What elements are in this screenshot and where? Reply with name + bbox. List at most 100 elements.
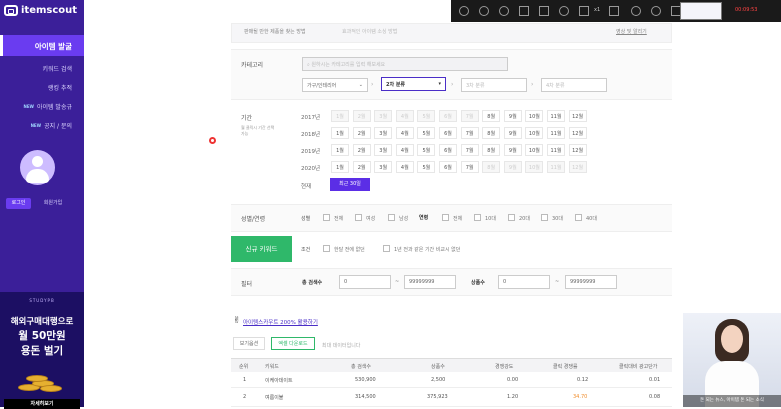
condition-month-checkbox[interactable] [323, 245, 330, 252]
month-cell[interactable]: 1월 [331, 127, 349, 139]
camera-icon[interactable] [609, 6, 619, 16]
month-cell[interactable]: 10월 [525, 110, 544, 122]
month-cell[interactable]: 2월 [352, 161, 371, 173]
month-cell[interactable]: 9월 [503, 110, 522, 122]
month-cell[interactable]: 4월 [395, 110, 414, 122]
product-min-input[interactable]: 0 [498, 275, 550, 289]
category-search-input[interactable]: ⌕ 원하시는 카테고리를 입력 해보세요 [302, 57, 508, 71]
th-competition[interactable]: 경쟁강도 [495, 363, 513, 370]
product-max-input[interactable]: 99999999 [565, 275, 617, 289]
gender-female-checkbox[interactable] [355, 214, 362, 221]
screen-thumbnail[interactable] [680, 2, 722, 20]
month-cell[interactable]: 8월 [482, 161, 501, 173]
month-cell[interactable]: 4월 [395, 144, 414, 156]
month-cell[interactable]: 8월 [482, 110, 501, 122]
age-20s-checkbox[interactable] [508, 214, 515, 221]
gender-male-checkbox[interactable] [388, 214, 395, 221]
month-cell[interactable]: 5월 [417, 161, 436, 173]
month-cell[interactable]: 4월 [395, 161, 414, 173]
crop-icon[interactable] [579, 6, 589, 16]
th-products[interactable]: 상품수 [431, 363, 445, 370]
table-row[interactable]: 1 이케아데이트 530,900 2,500 0.00 0.12 0.01 [231, 372, 672, 388]
month-cell[interactable]: 2월 [352, 110, 371, 122]
timer-icon[interactable] [651, 6, 661, 16]
recent-30-days-button[interactable]: 최근 30일 [330, 178, 370, 191]
month-cell[interactable]: 12월 [568, 110, 587, 122]
month-cell[interactable]: 2월 [352, 144, 371, 156]
month-cell[interactable]: 1월 [331, 161, 349, 173]
month-cell[interactable]: 6월 [439, 110, 457, 122]
tab-sourcing[interactable]: 효과적인 아이템 소싱 방법 [342, 28, 397, 35]
month-cell[interactable]: 10월 [525, 161, 544, 173]
th-cost-per-click[interactable]: 클릭대비 광고단가 [619, 363, 657, 370]
month-cell[interactable]: 12월 [568, 127, 587, 139]
month-cell[interactable]: 8월 [482, 144, 501, 156]
month-cell[interactable]: 6월 [439, 144, 457, 156]
menu-item-notice-inquiry[interactable]: NEW 공지 / 문의 [31, 121, 72, 130]
menu-item-keyword-search[interactable]: 키워드 검색 [42, 64, 72, 73]
total-search-max-input[interactable]: 99999999 [404, 275, 456, 289]
month-cell[interactable]: 7월 [460, 127, 479, 139]
record-icon[interactable] [459, 6, 469, 16]
month-cell[interactable]: 12월 [568, 144, 587, 156]
month-cell[interactable]: 1월 [331, 110, 349, 122]
month-cell[interactable]: 3월 [374, 161, 393, 173]
month-cell[interactable]: 11월 [547, 161, 565, 173]
total-search-min-input[interactable]: 0 [339, 275, 391, 289]
month-cell[interactable]: 3월 [374, 144, 393, 156]
month-cell[interactable]: 4월 [395, 127, 414, 139]
month-cell[interactable]: 10월 [525, 144, 544, 156]
zoom-icon[interactable] [559, 6, 569, 16]
category-select-1[interactable]: 가구/인테리어 ⌄ [302, 78, 368, 92]
logo[interactable]: itemscout [4, 5, 77, 16]
month-cell[interactable]: 2월 [352, 127, 371, 139]
condition-year-checkbox[interactable] [383, 245, 390, 252]
menu-item-item-discovery[interactable]: 아이템 발굴 [0, 35, 84, 56]
month-cell[interactable]: 6월 [439, 161, 457, 173]
month-cell[interactable]: 11월 [547, 127, 565, 139]
category-select-4[interactable]: 4차 분류 [541, 78, 607, 92]
menu-item-rank-tracking[interactable]: 랭킹 추적 [48, 83, 72, 92]
month-cell[interactable]: 11월 [547, 144, 565, 156]
category-select-2[interactable]: 2차 분류 ▾ [381, 77, 446, 91]
th-total-search[interactable]: 총 검색수 [351, 363, 371, 370]
month-cell[interactable]: 9월 [503, 144, 522, 156]
menu-item-item-broadcast[interactable]: NEW 아이템 발송규 [23, 102, 72, 111]
stop-icon[interactable] [499, 6, 509, 16]
month-cell[interactable]: 1월 [331, 144, 349, 156]
settings-icon[interactable] [631, 6, 641, 16]
draw-icon[interactable] [519, 6, 529, 16]
th-rank[interactable]: 순위 [239, 363, 248, 370]
month-cell[interactable]: 3월 [374, 127, 393, 139]
th-click-competition[interactable]: 클릭 경쟁률 [553, 363, 578, 370]
month-cell[interactable]: 6월 [439, 127, 457, 139]
login-button[interactable]: 로그인 [6, 198, 31, 209]
month-cell[interactable]: 8월 [482, 127, 501, 139]
month-cell[interactable]: 7월 [460, 110, 479, 122]
month-cell[interactable]: 7월 [460, 144, 479, 156]
table-row[interactable]: 2 여름이불 314,500 375,923 1.20 34.70 0.08 [231, 389, 672, 407]
age-all-checkbox[interactable] [442, 214, 449, 221]
month-cell[interactable]: 9월 [503, 161, 522, 173]
new-keyword-button[interactable]: 신규 키워드 [231, 236, 292, 262]
signup-button[interactable]: 회원가입 [38, 198, 68, 209]
th-keyword[interactable]: 키워드 [265, 363, 279, 370]
age-10s-checkbox[interactable] [474, 214, 481, 221]
pause-icon[interactable] [479, 6, 489, 16]
month-cell[interactable]: 5월 [417, 127, 436, 139]
month-cell[interactable]: 5월 [417, 110, 436, 122]
category-select-3[interactable]: 3차 분류 [461, 78, 527, 92]
pen-icon[interactable] [539, 6, 549, 16]
gender-all-checkbox[interactable] [323, 214, 330, 221]
video-link[interactable]: 영상 및 알리기 [616, 28, 647, 35]
age-30s-checkbox[interactable] [541, 214, 548, 221]
month-cell[interactable]: 11월 [547, 110, 565, 122]
month-cell[interactable]: 3월 [374, 110, 393, 122]
ad-cta-button[interactable]: 자세히보기 [4, 399, 80, 409]
excel-download-button[interactable]: 엑셀 다운로드 [271, 337, 315, 350]
tab-finding-products[interactable]: 판매될 만한 제품을 찾는 방법 [244, 28, 306, 35]
month-cell[interactable]: 5월 [417, 144, 436, 156]
promo-link[interactable]: 아이템스카우트 200% 활용하기 [243, 318, 318, 326]
month-cell[interactable]: 9월 [503, 127, 522, 139]
month-cell[interactable]: 7월 [460, 161, 479, 173]
